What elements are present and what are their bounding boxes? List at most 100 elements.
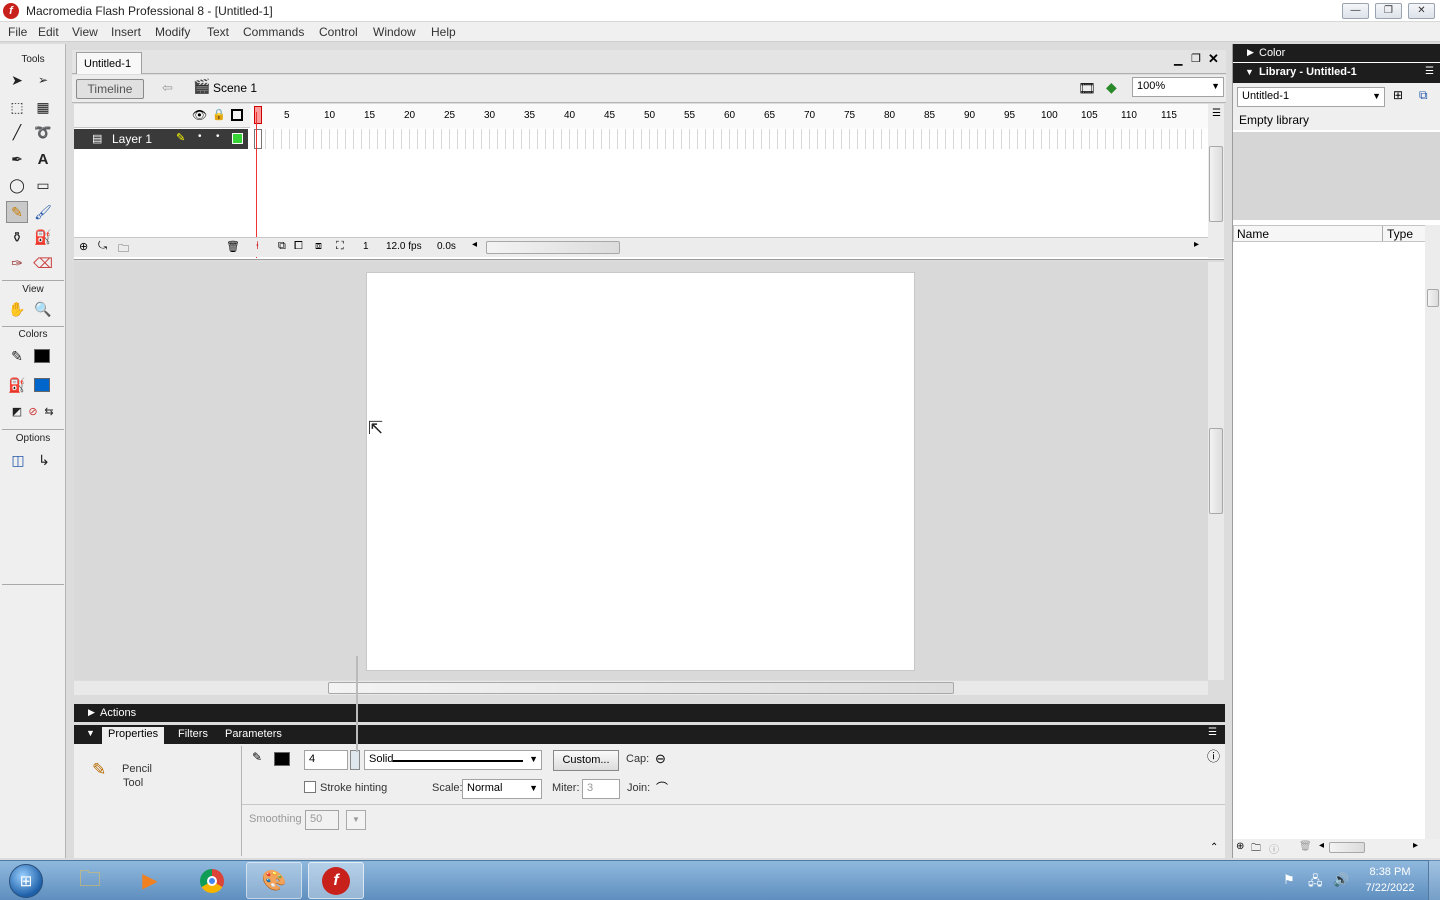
clock-date[interactable]: 7/22/2022 [1361, 882, 1419, 894]
new-symbol-icon[interactable]: ⊕ [1236, 841, 1244, 852]
subselection-tool-icon[interactable]: ➢ [32, 69, 54, 91]
lasso-tool-icon[interactable]: ➰ [32, 121, 54, 143]
new-library-icon[interactable]: ⧉ [1419, 88, 1428, 103]
rectangle-tool-icon[interactable]: ▭ [32, 174, 54, 196]
network-icon[interactable]: 🖧 [1308, 872, 1323, 894]
show-hide-icon[interactable]: 👁 [192, 108, 207, 122]
chrome-taskbar-button[interactable] [184, 862, 240, 899]
layer-outline-color[interactable] [232, 133, 243, 144]
menu-file[interactable]: File [8, 25, 27, 39]
pencil-mode-icon[interactable]: ↳ [33, 449, 55, 471]
menu-edit[interactable]: Edit [38, 25, 59, 39]
stroke-hinting-checkbox[interactable] [304, 781, 316, 793]
flash-taskbar-button[interactable]: f [308, 862, 364, 899]
ink-bottle-tool-icon[interactable]: ⚱ [6, 226, 28, 248]
library-options-icon[interactable]: ☰ [1425, 66, 1434, 77]
show-desktop-button[interactable] [1428, 860, 1440, 900]
timeline-vscroll-thumb[interactable] [1209, 146, 1223, 222]
brush-tool-icon[interactable]: 🖌 [32, 201, 54, 223]
library-panel-bar[interactable]: ▼ Library - Untitled-1 ☰ [1233, 63, 1440, 83]
name-column-header[interactable]: Name [1237, 227, 1269, 241]
selection-tool-icon[interactable]: ➤ [6, 69, 28, 91]
pen-tool-icon[interactable]: ✒ [6, 148, 28, 170]
type-column-header[interactable]: Type [1387, 227, 1413, 241]
delete-icon[interactable]: 🗑 [1299, 841, 1312, 852]
paint-taskbar-button[interactable]: 🎨 [246, 862, 302, 899]
paint-bucket-tool-icon[interactable]: ⛽ [32, 226, 54, 248]
pencil-tool-icon[interactable]: ✎ [6, 201, 28, 223]
panel-options-icon[interactable]: ☰ [1208, 727, 1217, 738]
stage-hscroll-thumb[interactable] [328, 682, 954, 694]
free-transform-tool-icon[interactable]: ⬚ [6, 96, 28, 118]
fill-color-swatch[interactable] [34, 378, 50, 392]
modify-onion-markers-icon[interactable]: ⛶ [336, 240, 344, 253]
stroke-width-input[interactable]: 4 [304, 750, 348, 770]
clock-time[interactable]: 8:38 PM [1368, 866, 1412, 878]
doc-restore-icon[interactable]: ❐ [1191, 52, 1201, 65]
edit-scene-icon[interactable]: 🎞 [1078, 80, 1096, 97]
panel-collapse-icon[interactable]: ⌃ [1210, 842, 1218, 853]
scroll-left-arrow[interactable]: ◂ [472, 239, 477, 250]
stroke-width-slider[interactable] [350, 750, 360, 770]
text-tool-icon[interactable]: A [32, 148, 54, 170]
cap-select-icon[interactable]: ⊖ [655, 751, 666, 767]
hand-tool-icon[interactable]: ✋ [6, 298, 28, 320]
fill-transform-tool-icon[interactable]: ▦ [32, 96, 54, 118]
menu-modify[interactable]: Modify [155, 25, 190, 39]
menu-help[interactable]: Help [431, 25, 456, 39]
edit-symbol-icon[interactable]: ◆ [1106, 79, 1117, 96]
add-motion-guide-icon[interactable]: ⤿ [98, 240, 107, 253]
swap-colors-icon[interactable]: ⇆ [38, 400, 60, 422]
tab-parameters[interactable]: Parameters [225, 728, 282, 740]
volume-icon[interactable]: 🔊 [1333, 872, 1349, 888]
zoom-select[interactable]: 100% ▼ [1132, 77, 1224, 97]
actions-panel-bar[interactable]: ▶ Actions [74, 704, 1225, 722]
frame-ruler[interactable]: 5 10 15 20 25 30 35 40 45 50 55 60 65 70… [250, 104, 1208, 128]
help-icon[interactable]: ⓘ [1207, 746, 1220, 765]
timeline-vscroll[interactable]: ☰ [1208, 104, 1224, 258]
oval-tool-icon[interactable]: ◯ [6, 174, 28, 196]
eyedropper-tool-icon[interactable]: ✑ [6, 252, 28, 274]
stroke-style-select[interactable]: Solid ▼ [364, 750, 542, 770]
stroke-color-picker[interactable] [274, 752, 290, 766]
doc-minimize-icon[interactable]: ▁ [1174, 53, 1182, 66]
onion-skin-outlines-icon[interactable]: ⧠ [294, 240, 303, 253]
delete-layer-icon[interactable]: 🗑 [226, 240, 240, 253]
line-tool-icon[interactable]: ╱ [6, 121, 28, 143]
menu-window[interactable]: Window [373, 25, 416, 39]
smoothing-dropdown-icon[interactable]: ▼ [346, 810, 366, 830]
new-folder-icon[interactable]: 🗀 [1251, 841, 1261, 858]
menu-commands[interactable]: Commands [243, 25, 304, 39]
timeline-menu-icon[interactable]: ☰ [1212, 108, 1221, 119]
scale-select[interactable]: Normal ▼ [462, 779, 542, 799]
pin-library-icon[interactable]: ⊞ [1393, 88, 1403, 102]
menu-insert[interactable]: Insert [111, 25, 141, 39]
center-frame-icon[interactable]: ⍿ [256, 240, 259, 253]
explorer-taskbar-button[interactable]: 🗀 [62, 862, 118, 899]
document-tab[interactable]: Untitled-1 [76, 52, 142, 74]
scroll-right-arrow[interactable]: ▸ [1194, 239, 1199, 250]
object-drawing-icon[interactable]: ◫ [7, 449, 29, 471]
onion-skin-icon[interactable]: ⧉ [278, 240, 286, 253]
library-hscroll-thumb[interactable] [1329, 842, 1365, 853]
menu-control[interactable]: Control [319, 25, 358, 39]
scroll-right-arrow[interactable]: ▸ [1413, 840, 1418, 851]
custom-stroke-button[interactable]: Custom... [553, 750, 619, 771]
properties-icon[interactable]: ⓘ [1269, 841, 1279, 856]
outline-icon[interactable] [231, 109, 243, 121]
join-select-icon[interactable]: ⌒ [656, 779, 668, 796]
zoom-tool-icon[interactable]: 🔍 [32, 298, 54, 320]
close-button[interactable]: ✕ [1408, 3, 1435, 19]
miter-input[interactable]: 3 [582, 779, 620, 799]
library-vscroll-thumb[interactable] [1427, 289, 1439, 307]
stage-vscroll[interactable] [1208, 262, 1224, 680]
menu-text[interactable]: Text [207, 25, 229, 39]
stage-vscroll-thumb[interactable] [1209, 428, 1223, 514]
back-arrow-icon[interactable]: ⇦ [162, 80, 173, 96]
color-panel-bar[interactable]: ▶ Color [1233, 44, 1440, 62]
lock-icon[interactable]: 🔒 [212, 108, 226, 121]
library-vscroll[interactable] [1425, 225, 1440, 839]
stroke-width-slider-track[interactable] [356, 656, 358, 752]
stage-canvas[interactable] [366, 272, 915, 671]
stroke-color-swatch[interactable] [34, 349, 50, 363]
